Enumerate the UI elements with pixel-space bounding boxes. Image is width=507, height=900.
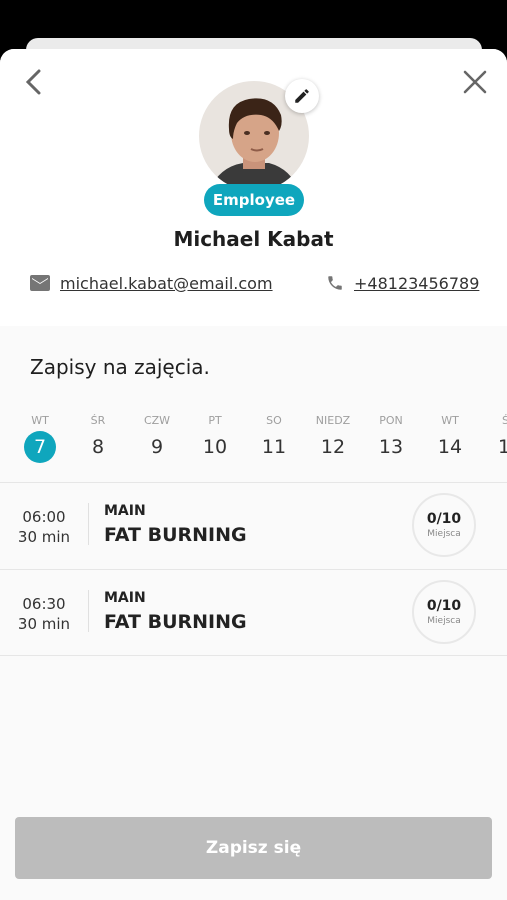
pencil-icon (295, 89, 309, 103)
class-row[interactable]: 06:00 30 min MAIN FAT BURNING 0/10 Miejs… (0, 482, 507, 569)
spots-indicator: 0/10 Miejsca (412, 493, 476, 557)
day-name: ŚR (90, 414, 106, 427)
submit-button[interactable]: Zapisz się (15, 817, 492, 879)
day-date: 10 (202, 436, 228, 458)
class-category: MAIN (104, 503, 146, 519)
class-title: FAT BURNING (104, 524, 247, 546)
class-category: MAIN (104, 590, 146, 606)
start-time: 06:30 (22, 595, 66, 613)
day-name: PON (379, 414, 403, 427)
duration: 30 min (17, 615, 71, 633)
day-date: 14 (437, 436, 463, 458)
spots-count: 0/10 (426, 598, 462, 614)
chevron-left-icon (25, 69, 41, 95)
day-item[interactable]: ŚR 8 (75, 413, 121, 463)
spots-indicator: 0/10 Miejsca (412, 580, 476, 644)
day-date: 7 (24, 431, 56, 463)
day-item[interactable]: WT 14 (427, 413, 473, 463)
phone-icon (328, 276, 342, 290)
email-link[interactable]: michael.kabat@email.com (60, 274, 273, 293)
day-date: 12 (320, 436, 346, 458)
day-name: SO (266, 414, 282, 427)
day-item[interactable]: PT 10 (192, 413, 238, 463)
day-item[interactable]: WT 7 (17, 413, 63, 463)
mail-icon (30, 275, 50, 291)
section-title: Zapisy na zajęcia. (30, 355, 210, 379)
start-time: 06:00 (22, 508, 66, 526)
day-name: WT (441, 414, 459, 427)
user-name: Michael Kabat (173, 227, 334, 251)
spots-label: Miejsca (427, 529, 461, 539)
day-picker: WT 7 ŚR 8 CZW 9 PT 10 SO 11 NIEDZ 12 PON… (0, 413, 507, 463)
day-item[interactable]: CZW 9 (134, 413, 180, 463)
day-date: 13 (378, 436, 404, 458)
spots-label: Miejsca (427, 616, 461, 626)
spots-count: 0/10 (426, 511, 462, 527)
day-name: CZW (143, 414, 171, 427)
class-time: 06:30 30 min (12, 594, 76, 634)
close-button[interactable] (458, 65, 492, 99)
back-button[interactable] (18, 65, 48, 99)
email-contact: michael.kabat@email.com (30, 271, 273, 295)
day-name: NIEDZ (315, 414, 351, 427)
phone-link[interactable]: +48123456789 (354, 274, 479, 293)
profile-sheet: Employee Michael Kabat michael.kabat@ema… (0, 49, 507, 900)
day-date: 8 (91, 436, 105, 458)
day-name: PT (208, 414, 222, 427)
duration: 30 min (17, 528, 71, 546)
class-title: FAT BURNING (104, 611, 247, 633)
profile-header: Employee Michael Kabat michael.kabat@ema… (0, 49, 507, 326)
day-date: 1 (498, 436, 507, 458)
divider (88, 503, 89, 545)
day-item[interactable]: NIEDZ 12 (310, 413, 356, 463)
day-date: 9 (150, 436, 164, 458)
day-date: 11 (261, 436, 287, 458)
day-item[interactable]: SO 11 (251, 413, 297, 463)
edit-avatar-button[interactable] (285, 79, 319, 113)
day-item[interactable]: Ś 1 (486, 413, 507, 463)
role-badge: Employee (204, 184, 304, 216)
class-time: 06:00 30 min (12, 507, 76, 547)
class-row[interactable]: 06:30 30 min MAIN FAT BURNING 0/10 Miejs… (0, 569, 507, 656)
day-name: WT (31, 414, 49, 427)
divider (88, 590, 89, 632)
class-list: 06:00 30 min MAIN FAT BURNING 0/10 Miejs… (0, 482, 507, 656)
close-icon (463, 70, 487, 94)
day-item[interactable]: PON 13 (368, 413, 414, 463)
phone-contact: +48123456789 (326, 271, 479, 295)
day-name: Ś (502, 414, 507, 427)
